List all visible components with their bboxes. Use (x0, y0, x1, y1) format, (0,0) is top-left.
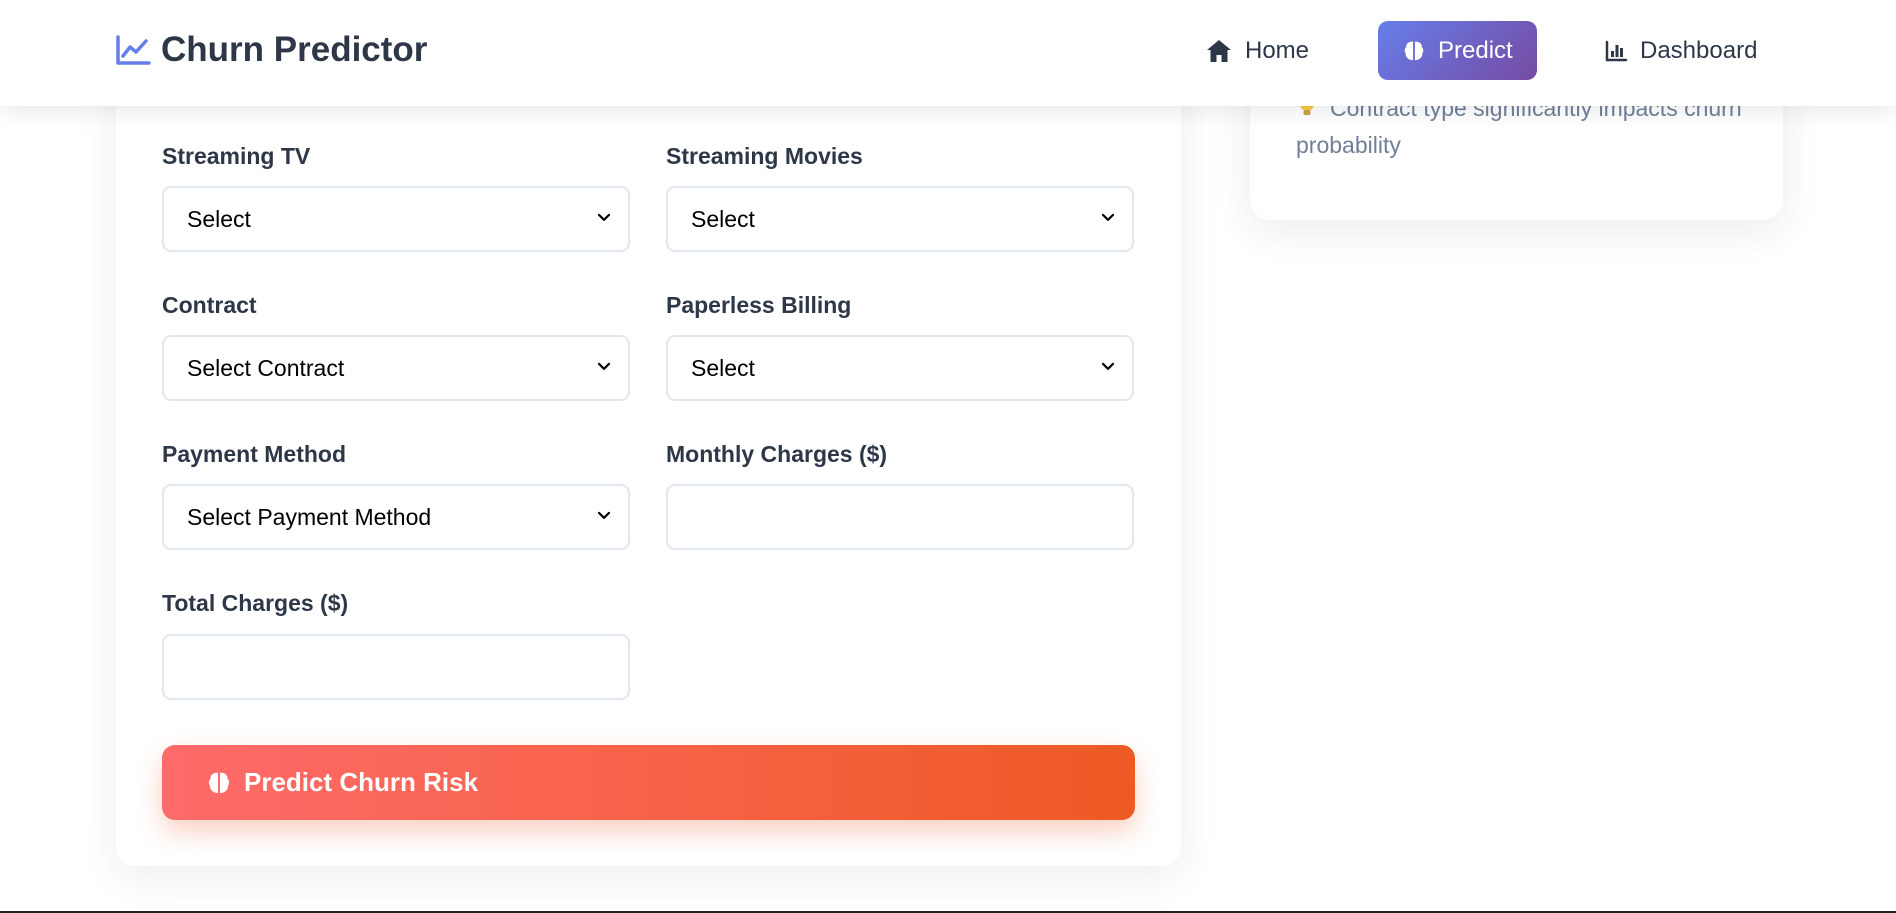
monthly-charges-input[interactable] (666, 484, 1134, 550)
nav-home[interactable]: Home (1205, 21, 1309, 80)
payment-method-value: Select Payment Method (187, 503, 432, 530)
predict-page: Streaming TV Select Streaming Movies Sel… (0, 0, 1896, 913)
contract-label: Contract (162, 292, 257, 318)
bar-chart-icon (1605, 40, 1628, 61)
nav-predict-label: Predict (1438, 36, 1513, 64)
paperless-billing-value: Select (691, 354, 755, 381)
monthly-charges-label: Monthly Charges ($) (666, 441, 888, 467)
total-charges-input[interactable] (162, 634, 630, 700)
chevron-down-icon (1101, 362, 1115, 370)
trend-chart-icon (116, 35, 151, 65)
streaming-tv-select[interactable]: Select (162, 186, 630, 252)
contract-select[interactable]: Select Contract (162, 335, 630, 401)
brain-icon (1404, 41, 1424, 60)
streaming-movies-label: Streaming Movies (666, 143, 863, 169)
prediction-form-card (116, 0, 1181, 866)
chevron-down-icon (1101, 213, 1115, 221)
nav-dashboard-label: Dashboard (1640, 36, 1758, 64)
contract-value: Select Contract (187, 354, 345, 381)
chevron-down-icon (597, 511, 611, 519)
chevron-down-icon (597, 213, 611, 221)
payment-method-label: Payment Method (162, 441, 347, 467)
streaming-tv-label: Streaming TV (162, 143, 311, 169)
paperless-billing-label: Paperless Billing (666, 292, 852, 318)
paperless-billing-select[interactable]: Select (666, 335, 1134, 401)
streaming-movies-select[interactable]: Select (666, 186, 1134, 252)
total-charges-label: Total Charges ($) (162, 590, 349, 616)
streaming-movies-value: Select (691, 205, 755, 232)
top-navbar: Churn Predictor Home Predict Dashboard (0, 0, 1896, 106)
brain-icon (208, 772, 230, 793)
brand-title: Churn Predictor (161, 30, 428, 69)
home-icon (1207, 39, 1231, 62)
nav-predict[interactable]: Predict (1378, 21, 1537, 80)
nav-home-label: Home (1245, 36, 1310, 64)
predict-churn-risk-label: Predict Churn Risk (244, 767, 479, 797)
nav-dashboard[interactable]: Dashboard (1604, 21, 1757, 80)
chevron-down-icon (597, 362, 611, 370)
streaming-tv-value: Select (187, 205, 251, 232)
payment-method-select[interactable]: Select Payment Method (162, 484, 630, 550)
predict-churn-risk-button[interactable]: Predict Churn Risk (162, 745, 1135, 820)
brand-logo[interactable]: Churn Predictor (115, 30, 427, 70)
